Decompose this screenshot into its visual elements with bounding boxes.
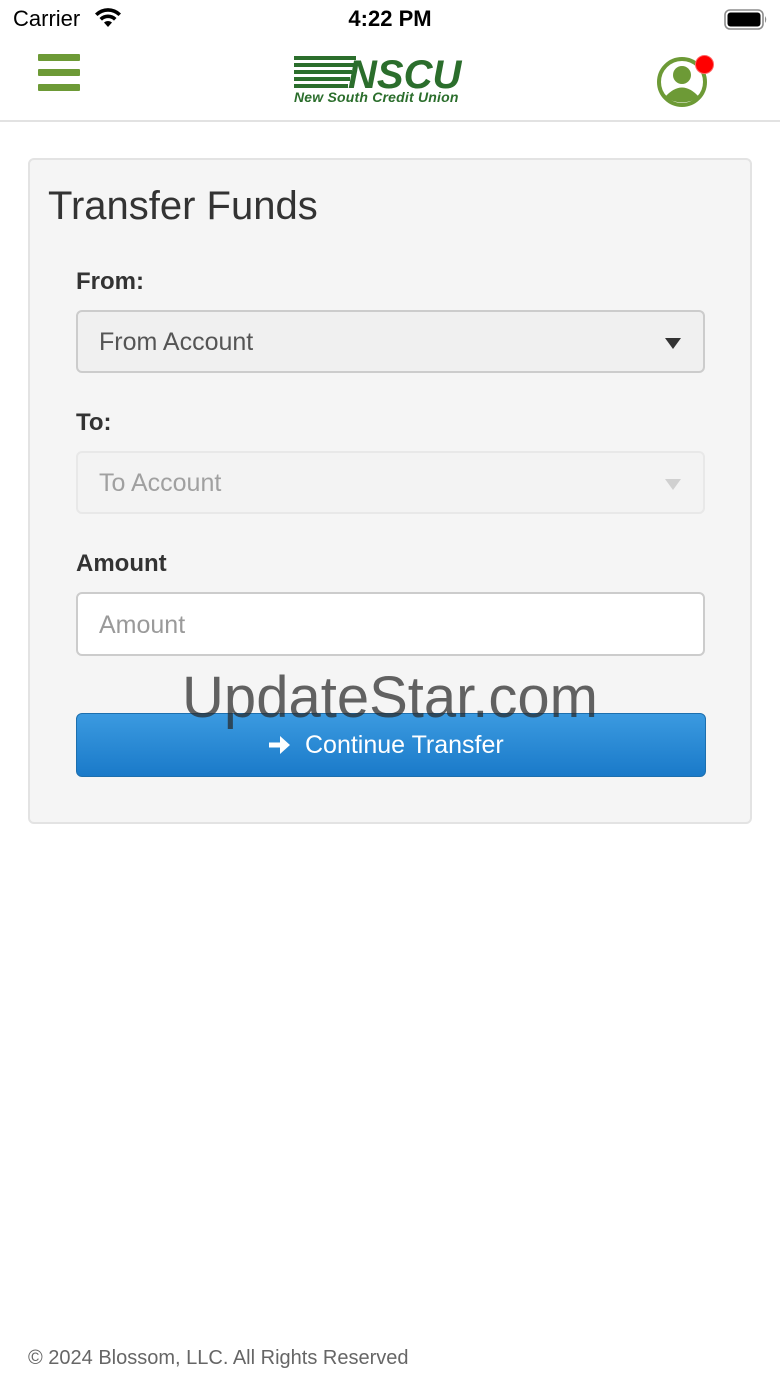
chevron-down-icon	[665, 338, 681, 349]
page-title: Transfer Funds	[48, 184, 318, 228]
chevron-down-icon	[665, 479, 681, 490]
to-label: To:	[76, 409, 112, 436]
clock-time: 4:22 PM	[348, 6, 432, 31]
to-account-select[interactable]: To Account	[76, 451, 705, 514]
arrow-right-icon	[269, 736, 290, 754]
amount-label: Amount	[76, 550, 167, 577]
amount-input[interactable]: Amount	[76, 592, 705, 656]
continue-transfer-button[interactable]: Continue Transfer	[76, 713, 706, 777]
nscu-logo: NSCU New South Credit Union	[292, 53, 490, 106]
logo-tagline: New South Credit Union	[294, 89, 459, 105]
continue-transfer-label: Continue Transfer	[305, 731, 504, 759]
from-account-select[interactable]: From Account	[76, 310, 705, 373]
notification-badge	[695, 55, 714, 74]
app-header: NSCU New South Credit Union	[0, 40, 780, 122]
nscu-logo-mark: NSCU	[294, 53, 462, 97]
hamburger-menu-icon[interactable]	[38, 54, 80, 92]
footer-copyright: © 2024 Blossom, LLC. All Rights Reserved	[28, 1347, 409, 1369]
to-account-value: To Account	[99, 469, 222, 497]
from-label: From:	[76, 268, 144, 295]
transfer-panel: Transfer Funds From: From Account To: To…	[28, 158, 752, 824]
status-bar: Carrier 4:22 PM	[0, 0, 780, 40]
battery-icon	[724, 9, 767, 30]
logo-wordmark: NSCU	[348, 54, 462, 90]
amount-placeholder: Amount	[99, 611, 186, 639]
from-account-value: From Account	[99, 328, 254, 356]
